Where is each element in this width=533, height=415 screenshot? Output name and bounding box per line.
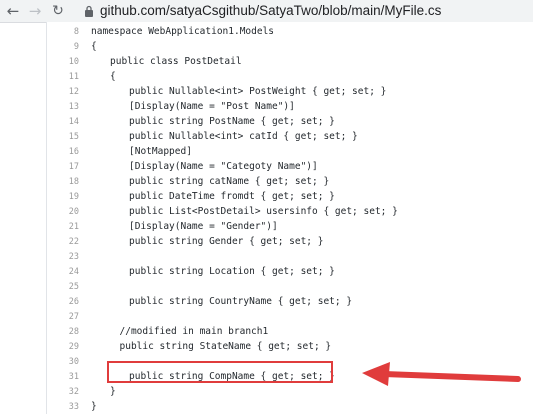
code-text: [Display(Name = "Gender")]: [129, 221, 278, 232]
code-text: public string Location { get; set; }: [129, 266, 335, 277]
code-text: [NotMapped]: [129, 146, 192, 157]
code-text: namespace WebApplication1.Models: [91, 26, 275, 37]
reload-button[interactable]: ↻: [49, 2, 67, 20]
code-text: //modified in main branch1: [119, 326, 269, 337]
highlight-box: [107, 361, 333, 383]
code-text: public string Gender { get; set; }: [129, 236, 324, 247]
code-viewer: 8 namespace WebApplication1.Models 9{10 pub…: [46, 22, 533, 414]
line-number[interactable]: 27: [53, 312, 79, 322]
code-line: 17 [Display(Name = "Categoty Name")]: [47, 160, 533, 175]
code-line: 10 public class PostDetail: [47, 55, 533, 70]
line-number[interactable]: 30: [53, 357, 79, 367]
line-number[interactable]: 17: [53, 162, 79, 172]
code-text: [Display(Name = "Categoty Name")]: [129, 161, 318, 172]
code-text: public Nullable<int> PostWeight { get; s…: [129, 86, 387, 97]
code-line: 11 {: [47, 70, 533, 85]
line-number[interactable]: 31: [53, 372, 79, 382]
line-number[interactable]: 28: [53, 327, 79, 337]
code-line: 21 [Display(Name = "Gender")]: [47, 220, 533, 235]
code-line: 19 public DateTime fromdt { get; set; }: [47, 190, 533, 205]
code-text: public DateTime fromdt { get; set; }: [129, 191, 335, 202]
line-number[interactable]: 23: [53, 252, 79, 262]
code-line: 33}: [47, 400, 533, 415]
code-text: public string PostName { get; set; }: [129, 116, 335, 127]
line-number[interactable]: 25: [53, 282, 79, 292]
code-text: public Nullable<int> catId { get; set; }: [129, 131, 358, 142]
line-number[interactable]: 22: [53, 237, 79, 247]
lock-icon: [85, 5, 93, 17]
code-text: public string catName { get; set; }: [129, 176, 330, 187]
code-line: 12 public Nullable<int> PostWeight { get;…: [47, 85, 533, 100]
line-number[interactable]: 18: [53, 177, 79, 187]
code-line: 18 public string catName { get; set; }: [47, 175, 533, 190]
code-line: 25: [47, 280, 533, 295]
arrow-left-icon: ←: [6, 2, 20, 20]
code-text: public List<PostDetail> usersinfo { get;…: [129, 206, 398, 217]
code-line: 27: [47, 310, 533, 325]
code-text: {: [110, 71, 116, 82]
code-line: 8 namespace WebApplication1.Models: [47, 25, 533, 40]
line-number[interactable]: 32: [53, 387, 79, 397]
code-line: 15 public Nullable<int> catId { get; set;…: [47, 130, 533, 145]
code-line: 29 public string StateName { get; set; }: [47, 340, 533, 355]
arrow-left-icon: [362, 362, 521, 386]
forward-button[interactable]: →: [26, 2, 44, 20]
code-line: 26 public string CountryName { get; set; …: [47, 295, 533, 310]
code-line: 22 public string Gender { get; set; }: [47, 235, 533, 250]
code-text: }: [91, 401, 97, 412]
line-number[interactable]: 21: [53, 222, 79, 232]
browser-toolbar: ← → ↻ github.com/satyaCsgithub/SatyaTwo/…: [0, 0, 533, 23]
line-number[interactable]: 12: [53, 87, 79, 97]
code-line: 24 public string Location { get; set; }: [47, 265, 533, 280]
back-button[interactable]: ←: [4, 2, 22, 20]
code-text: public string StateName { get; set; }: [119, 341, 332, 352]
code-line: 23: [47, 250, 533, 265]
line-number[interactable]: 33: [53, 402, 79, 412]
code-line: 20 public List<PostDetail> usersinfo { ge…: [47, 205, 533, 220]
address-bar[interactable]: github.com/satyaCsgithub/SatyaTwo/blob/m…: [78, 1, 518, 21]
code-text: public string CountryName { get; set; }: [129, 296, 353, 307]
line-number[interactable]: 11: [53, 72, 79, 82]
code-text: public class PostDetail: [110, 56, 242, 67]
code-text: }: [110, 386, 116, 397]
code-text: [Display(Name = "Post Name")]: [129, 101, 295, 112]
url-text[interactable]: github.com/satyaCsgithub/SatyaTwo/blob/m…: [100, 3, 441, 18]
line-number[interactable]: 8: [53, 27, 79, 37]
line-number[interactable]: 10: [53, 57, 79, 67]
line-number[interactable]: 16: [53, 147, 79, 157]
line-number[interactable]: 29: [53, 342, 79, 352]
code-line: 9{: [47, 40, 533, 55]
line-number[interactable]: 19: [53, 192, 79, 202]
code-text: {: [91, 41, 97, 52]
code-line: 13 [Display(Name = "Post Name")]: [47, 100, 533, 115]
line-number[interactable]: 9: [53, 42, 79, 52]
line-number[interactable]: 13: [53, 102, 79, 112]
reload-icon: ↻: [52, 3, 64, 19]
line-number[interactable]: 20: [53, 207, 79, 217]
line-number[interactable]: 15: [53, 132, 79, 142]
line-number[interactable]: 26: [53, 297, 79, 307]
line-number[interactable]: 14: [53, 117, 79, 127]
code-line: 28 //modified in main branch1: [47, 325, 533, 340]
code-line: 16 [NotMapped]: [47, 145, 533, 160]
arrow-right-icon: →: [28, 2, 42, 20]
line-number[interactable]: 24: [53, 267, 79, 277]
code-line: 14 public string PostName { get; set; }: [47, 115, 533, 130]
